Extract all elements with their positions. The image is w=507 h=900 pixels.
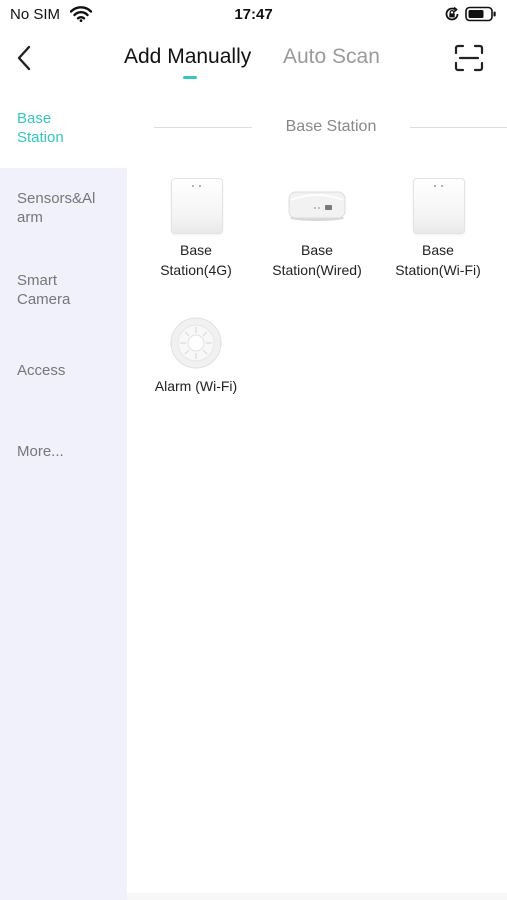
device-alarm-wifi[interactable]: Alarm (Wi-Fi) bbox=[131, 314, 261, 396]
section-title: Base Station bbox=[285, 118, 377, 135]
orientation-lock-icon bbox=[444, 6, 460, 27]
device-label-line: Station(Wired) bbox=[272, 262, 362, 278]
status-bar: No SIM 17:47 bbox=[0, 0, 507, 30]
section-divider bbox=[154, 127, 252, 128]
device-grid-panel: Base Station Base Station(4G) Base Stati… bbox=[127, 100, 507, 900]
device-label: Base Station(4G) bbox=[131, 240, 261, 280]
device-label-line: Station(Wi-Fi) bbox=[395, 262, 481, 278]
sidebar-item-base-station[interactable]: Base Station bbox=[0, 100, 127, 168]
section-header: Base Station bbox=[154, 117, 507, 139]
device-base-station-4g[interactable]: Base Station(4G) bbox=[131, 178, 261, 280]
sidebar-item-label: Access bbox=[17, 362, 66, 379]
base-station-4g-icon bbox=[131, 178, 261, 238]
battery-icon bbox=[465, 6, 497, 27]
sidebar-background bbox=[0, 490, 127, 900]
sidebar-item-label: Sensors&Al bbox=[17, 190, 96, 207]
sidebar-item-label: Station bbox=[17, 129, 64, 146]
device-label: Base Station(Wired) bbox=[252, 240, 382, 280]
active-tab-indicator bbox=[183, 76, 197, 79]
category-sidebar: Base Station Sensors&Al arm Smart Camera… bbox=[0, 100, 127, 900]
bottom-edge bbox=[127, 893, 507, 900]
tab-auto-scan[interactable]: Auto Scan bbox=[283, 45, 380, 69]
sidebar-item-label: Base bbox=[17, 110, 52, 127]
device-label: Base Station(Wi-Fi) bbox=[373, 240, 503, 280]
device-base-station-wired[interactable]: Base Station(Wired) bbox=[252, 178, 382, 280]
device-label: Alarm (Wi-Fi) bbox=[131, 376, 261, 396]
device-label-line: Base bbox=[301, 242, 333, 258]
sidebar-item-sensors-alarm[interactable]: Sensors&Al arm bbox=[0, 168, 127, 250]
tab-add-manually[interactable]: Add Manually bbox=[124, 45, 251, 69]
base-station-wired-icon bbox=[252, 178, 382, 238]
back-chevron-icon[interactable] bbox=[14, 44, 38, 72]
sidebar-item-smart-camera[interactable]: Smart Camera bbox=[0, 250, 127, 330]
qr-scan-icon[interactable] bbox=[454, 44, 484, 72]
section-divider bbox=[410, 127, 507, 128]
sidebar-item-access[interactable]: Access bbox=[0, 330, 127, 410]
sidebar-item-more[interactable]: More... bbox=[0, 410, 127, 490]
clock: 17:47 bbox=[234, 6, 273, 23]
nav-bar: Add Manually Auto Scan bbox=[0, 30, 507, 90]
alarm-wifi-icon bbox=[131, 314, 261, 374]
sidebar-item-label: Camera bbox=[17, 291, 71, 308]
base-station-wifi-icon bbox=[373, 178, 503, 238]
device-base-station-wifi[interactable]: Base Station(Wi-Fi) bbox=[373, 178, 503, 280]
sidebar-item-label: More... bbox=[17, 443, 64, 460]
device-label-line: Station(4G) bbox=[160, 262, 232, 278]
sidebar-item-label: arm bbox=[17, 209, 43, 226]
device-label-line: Base bbox=[422, 242, 454, 258]
device-label-line: Base bbox=[180, 242, 212, 258]
device-label-line: Alarm (Wi-Fi) bbox=[154, 378, 238, 394]
sidebar-item-label: Smart bbox=[17, 272, 58, 289]
